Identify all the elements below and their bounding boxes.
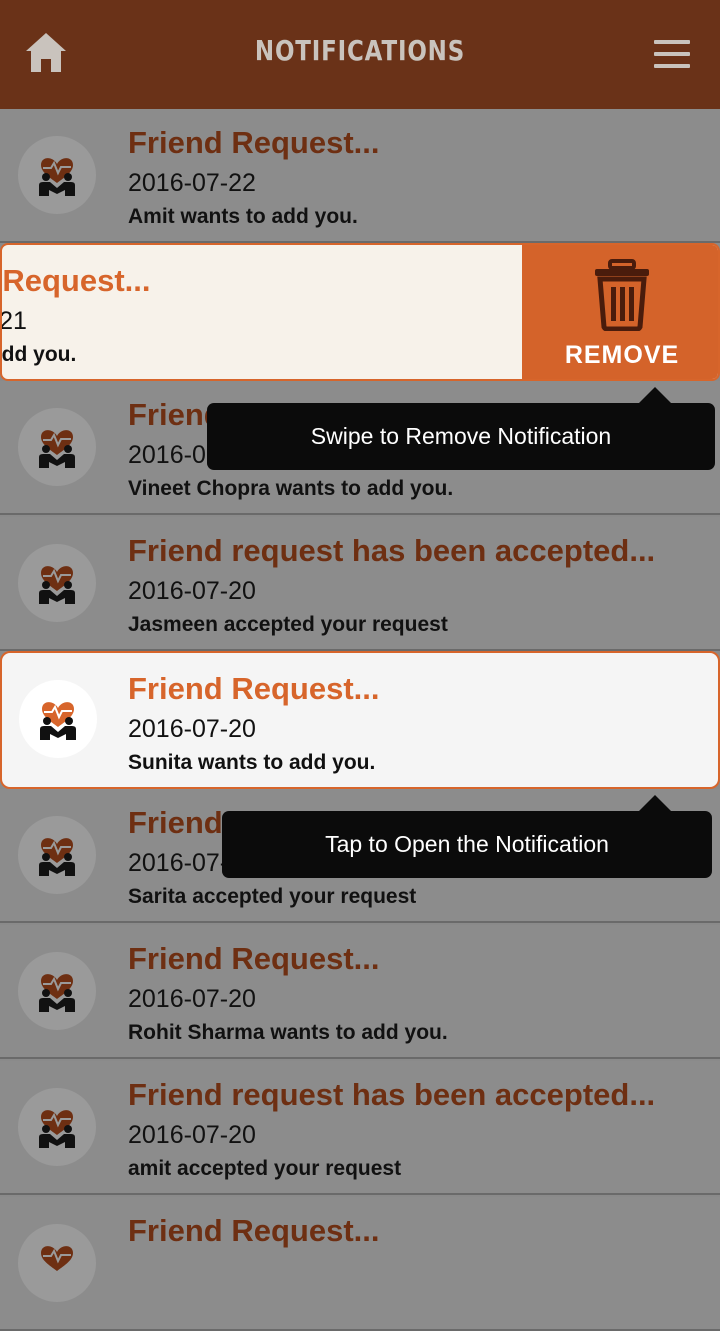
couple-heart-icon bbox=[39, 1110, 75, 1148]
notification-message: amit accepted your request bbox=[128, 1157, 402, 1180]
avatar bbox=[18, 1224, 96, 1302]
tap-tooltip-text: Tap to Open the Notification bbox=[325, 831, 609, 857]
notification-message: Amit wants to add you. bbox=[128, 205, 358, 228]
avatar bbox=[18, 136, 96, 214]
notification-title: Friend Request... bbox=[128, 941, 380, 976]
swiped-notification-item[interactable]: Friend Request... 2016-07-21 wants to ad… bbox=[0, 243, 720, 381]
remove-label: REMOVE bbox=[564, 341, 680, 369]
notification-message: Sarita accepted your request bbox=[128, 885, 417, 908]
notification-title: Friend Request... bbox=[128, 671, 380, 706]
notification-message: Rohit Sharma wants to add you. bbox=[128, 1021, 448, 1044]
home-icon[interactable] bbox=[24, 30, 68, 74]
notification-title: Friend Request... bbox=[128, 1213, 380, 1248]
notification-message: Vineet Chopra wants to add you. bbox=[128, 477, 454, 500]
avatar bbox=[18, 544, 96, 622]
page-title: NOTIFICATIONS bbox=[254, 34, 466, 67]
notification-date: 2016-07-22 bbox=[128, 169, 256, 197]
avatar bbox=[19, 680, 97, 758]
couple-heart-icon bbox=[39, 158, 75, 196]
couple-heart-icon bbox=[39, 566, 75, 604]
couple-heart-icon bbox=[39, 838, 75, 876]
avatar bbox=[18, 1088, 96, 1166]
couple-heart-icon bbox=[40, 702, 76, 740]
swiped-item-content[interactable]: Friend Request... 2016-07-21 wants to ad… bbox=[2, 245, 522, 379]
highlighted-notification-item[interactable]: Friend Request... 2016-07-20 Sunita want… bbox=[0, 651, 720, 789]
notification-date: 2016-07-20 bbox=[128, 1121, 256, 1149]
notification-message: wants to add you. bbox=[2, 343, 77, 366]
notification-title: Friend Request... bbox=[2, 263, 151, 298]
couple-heart-icon bbox=[39, 974, 75, 1012]
avatar bbox=[18, 816, 96, 894]
notification-message: Sunita wants to add you. bbox=[128, 751, 376, 774]
notification-date: 2016-07-20 bbox=[128, 715, 256, 743]
notification-date: 2016-07-20 bbox=[128, 577, 256, 605]
notification-title: Friend request has been accepted... bbox=[128, 533, 656, 568]
avatar bbox=[18, 408, 96, 486]
swipe-tooltip-text: Swipe to Remove Notification bbox=[310, 423, 612, 449]
swipe-tooltip: Swipe to Remove Notification bbox=[207, 387, 715, 470]
trash-icon bbox=[595, 259, 649, 331]
avatar bbox=[18, 952, 96, 1030]
notification-item[interactable]: Friend request has been accepted... 2016… bbox=[0, 517, 720, 651]
notification-item[interactable]: Friend Request... 2016-07-22 Amit wants … bbox=[0, 109, 720, 243]
couple-heart-icon bbox=[39, 430, 75, 468]
notification-item[interactable]: Friend Request... bbox=[0, 1197, 720, 1331]
notification-message: Jasmeen accepted your request bbox=[128, 613, 448, 636]
notification-title: Friend request has been accepted... bbox=[128, 1077, 656, 1112]
couple-heart-icon bbox=[41, 1246, 73, 1271]
app-header: NOTIFICATIONS bbox=[0, 0, 720, 109]
notification-date: 2016-07-21 bbox=[2, 307, 27, 335]
notification-item[interactable]: Friend request has been accepted... 2016… bbox=[0, 1061, 720, 1195]
tap-tooltip: Tap to Open the Notification bbox=[222, 795, 712, 878]
notification-title: Friend Request... bbox=[128, 125, 380, 160]
notification-date: 2016-07-20 bbox=[128, 985, 256, 1013]
menu-icon[interactable] bbox=[654, 40, 690, 68]
remove-button[interactable]: REMOVE bbox=[522, 245, 718, 379]
notification-item[interactable]: Friend Request... 2016-07-20 Rohit Sharm… bbox=[0, 925, 720, 1059]
